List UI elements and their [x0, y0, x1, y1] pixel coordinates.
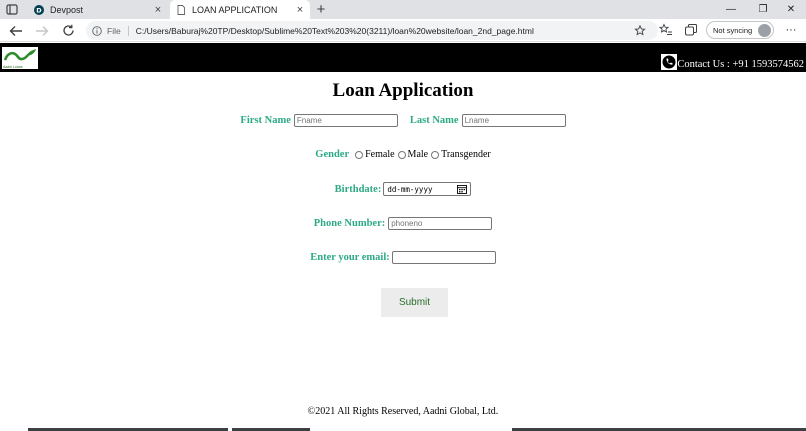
gender-label: Gender — [315, 149, 350, 160]
birthdate-label: Birthdate: — [334, 183, 382, 195]
first-name-label: First Name — [240, 115, 291, 126]
svg-text:D: D — [36, 6, 42, 14]
profile-status: Not syncing — [713, 25, 753, 35]
email-row: Enter your email: — [0, 251, 806, 264]
window-close-button[interactable]: ✕ — [776, 0, 806, 19]
forward-button[interactable] — [33, 22, 51, 39]
birthdate-placeholder: dd-mm-yyyy — [387, 184, 433, 194]
tab-devpost[interactable]: D Devpost × — [28, 0, 168, 19]
tab-title: LOAN APPLICATION — [192, 4, 278, 15]
phone-input[interactable] — [388, 217, 493, 230]
site-logo[interactable]: Aadni Loans — [2, 47, 38, 69]
url-scheme: File — [107, 25, 129, 36]
browser-toolbar: File C:/Users/Baburaj%20TP/Desktop/Subli… — [0, 19, 806, 42]
gender-female-radio[interactable] — [355, 150, 364, 159]
more-options-button[interactable]: ··· — [784, 21, 798, 39]
browser-tab-strip: D Devpost × LOAN APPLICATION × + — ❐ ✕ — [0, 0, 806, 19]
close-tab-icon[interactable]: × — [152, 4, 164, 16]
back-button[interactable] — [7, 22, 25, 39]
add-favorite-star-icon[interactable] — [634, 25, 646, 36]
collections-icon[interactable] — [684, 23, 698, 37]
tab-loan-application[interactable]: LOAN APPLICATION × — [170, 0, 310, 19]
forward-arrow-icon — [36, 25, 49, 36]
birthdate-input[interactable]: dd-mm-yyyy — [383, 182, 472, 196]
footer-copyright: ©2021 All Rights Reserved, Aadni Global,… — [307, 406, 499, 417]
close-tab-icon[interactable]: × — [294, 4, 306, 16]
address-bar[interactable]: File C:/Users/Baburaj%20TP/Desktop/Subli… — [86, 21, 658, 40]
submit-button[interactable]: Submit — [381, 288, 448, 317]
tab-title: Devpost — [50, 4, 84, 15]
gender-male-label: Male — [407, 149, 429, 160]
favorites-icon[interactable] — [659, 23, 673, 37]
phone-icon — [661, 54, 678, 70]
logo-caption: Aadni Loans — [3, 65, 23, 69]
tab-actions-icon[interactable] — [4, 3, 20, 16]
gender-transgender-radio[interactable] — [431, 150, 440, 159]
avatar-icon — [758, 23, 771, 37]
email-input[interactable] — [391, 251, 496, 264]
gender-transgender-label: Transgender — [441, 149, 491, 160]
logo-leaf-icon — [3, 49, 36, 61]
profile-button[interactable]: Not syncing — [706, 21, 774, 39]
info-icon — [92, 25, 102, 36]
phone-label: Phone Number: — [313, 218, 386, 229]
contact-text: Contact Us : +91 1593574562 — [677, 59, 804, 70]
reload-button[interactable] — [59, 22, 77, 39]
email-label: Enter your email: — [310, 252, 390, 263]
gender-female-label: Female — [365, 149, 395, 160]
calendar-icon[interactable] — [457, 184, 468, 194]
minimize-button[interactable]: — — [716, 0, 746, 19]
site-header: Aadni Loans Contact Us : +91 1593574562 — [0, 43, 806, 72]
first-name-input[interactable] — [293, 114, 398, 127]
url-text: C:/Users/Baburaj%20TP/Desktop/Sublime%20… — [135, 25, 534, 36]
last-name-input[interactable] — [461, 114, 566, 127]
page-title: Loan Application — [332, 80, 474, 101]
page-favicon-icon — [177, 4, 185, 15]
last-name-label: Last Name — [409, 115, 459, 126]
phone-row: Phone Number: — [0, 217, 806, 230]
name-row: First Name Last Name — [0, 114, 806, 127]
reload-icon — [62, 24, 74, 36]
new-tab-button[interactable]: + — [313, 0, 329, 19]
gender-male-radio[interactable] — [397, 150, 406, 159]
restore-button[interactable]: ❐ — [748, 0, 778, 19]
contact-info: Contact Us : +91 1593574562 — [661, 54, 804, 70]
gender-row: Gender Female Male Transgender — [0, 149, 806, 160]
birthdate-row: Birthdate: dd-mm-yyyy — [0, 182, 806, 196]
devpost-favicon-icon: D — [34, 4, 44, 15]
back-arrow-icon — [9, 25, 22, 36]
